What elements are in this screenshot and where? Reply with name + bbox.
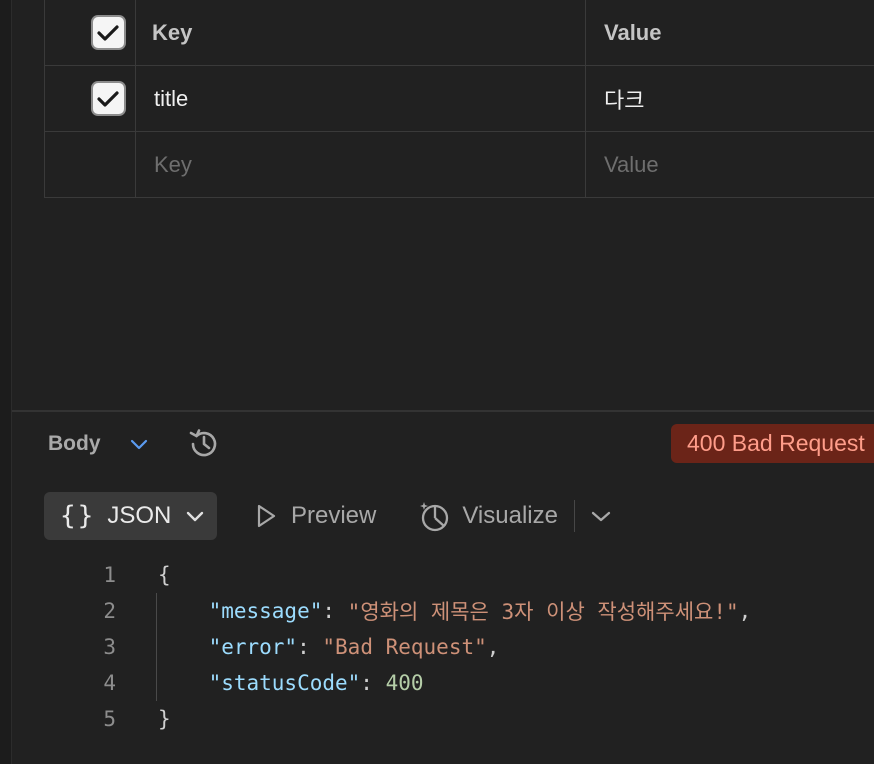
chevron-down-icon[interactable] [589,508,613,524]
code-line: 4 "statusCode": 400 [90,665,751,701]
params-header-row: Key Value [45,0,874,66]
body-tab-label[interactable]: Body [48,432,101,456]
chevron-down-icon [187,511,204,522]
param-key-field[interactable]: title [136,66,586,131]
close-brace: } [158,707,171,731]
braces-icon: {} [60,501,96,531]
response-toolbar: {} JSON Preview Visualize [44,492,613,540]
json-key: "message" [208,599,323,623]
response-body-code[interactable]: 1{ 2 "message": "영화의 제목은 3자 이상 작성해주세요!",… [90,557,751,737]
code-line: 1{ [90,557,751,593]
json-key: "statusCode" [208,671,361,695]
history-icon[interactable] [187,427,221,461]
checkmark-icon [97,24,119,41]
code-line: 3 "error": "Bad Request", [90,629,751,665]
select-all-cell [45,0,136,65]
visualize-label: Visualize [462,502,558,529]
new-key-input[interactable]: Key [136,132,586,197]
param-empty-row: Key Value [45,132,874,198]
response-header: Body [48,425,221,463]
new-value-input[interactable]: Value [586,132,874,197]
format-dropdown[interactable]: {} JSON [44,492,217,540]
open-brace: { [158,563,171,587]
line-number: 5 [103,707,116,731]
line-number: 2 [103,599,116,623]
panel-divider[interactable] [12,410,874,412]
select-all-checkbox[interactable] [90,15,126,50]
json-string: "Bad Request" [322,635,487,659]
key-column-header: Key [136,0,586,65]
line-number: 3 [103,635,116,659]
param-enabled-checkbox[interactable] [90,81,126,116]
code-line: 5} [90,701,751,737]
json-key: "error" [208,635,298,659]
chevron-down-icon[interactable] [129,437,149,451]
visualize-icon [420,502,449,532]
format-label: JSON [107,502,172,529]
param-row: title 다크 [45,66,874,132]
params-table: Key Value title 다크 Key Value [44,0,874,198]
status-badge: 400 Bad Request [671,424,874,463]
left-rail [0,0,12,764]
checkmark-icon [97,90,119,107]
visualize-button[interactable]: Visualize [418,499,558,533]
indent-guide [156,593,157,701]
json-number: 400 [385,671,424,695]
param-value-field[interactable]: 다크 [586,66,874,131]
line-number: 4 [103,671,116,695]
json-string: "영화의 제목은 3자 이상 작성해주세요!" [347,600,739,624]
value-column-header: Value [604,19,662,45]
param-check-cell [45,66,136,131]
line-number: 1 [103,563,116,587]
empty-check-cell [45,132,136,197]
preview-label: Preview [291,502,377,529]
toolbar-separator [573,500,575,532]
play-icon [257,504,276,528]
code-line: 2 "message": "영화의 제목은 3자 이상 작성해주세요!", [90,593,751,629]
preview-button[interactable]: Preview [255,502,376,530]
api-client-panel: Key Value title 다크 Key Value Body 400 Ba… [0,0,874,764]
